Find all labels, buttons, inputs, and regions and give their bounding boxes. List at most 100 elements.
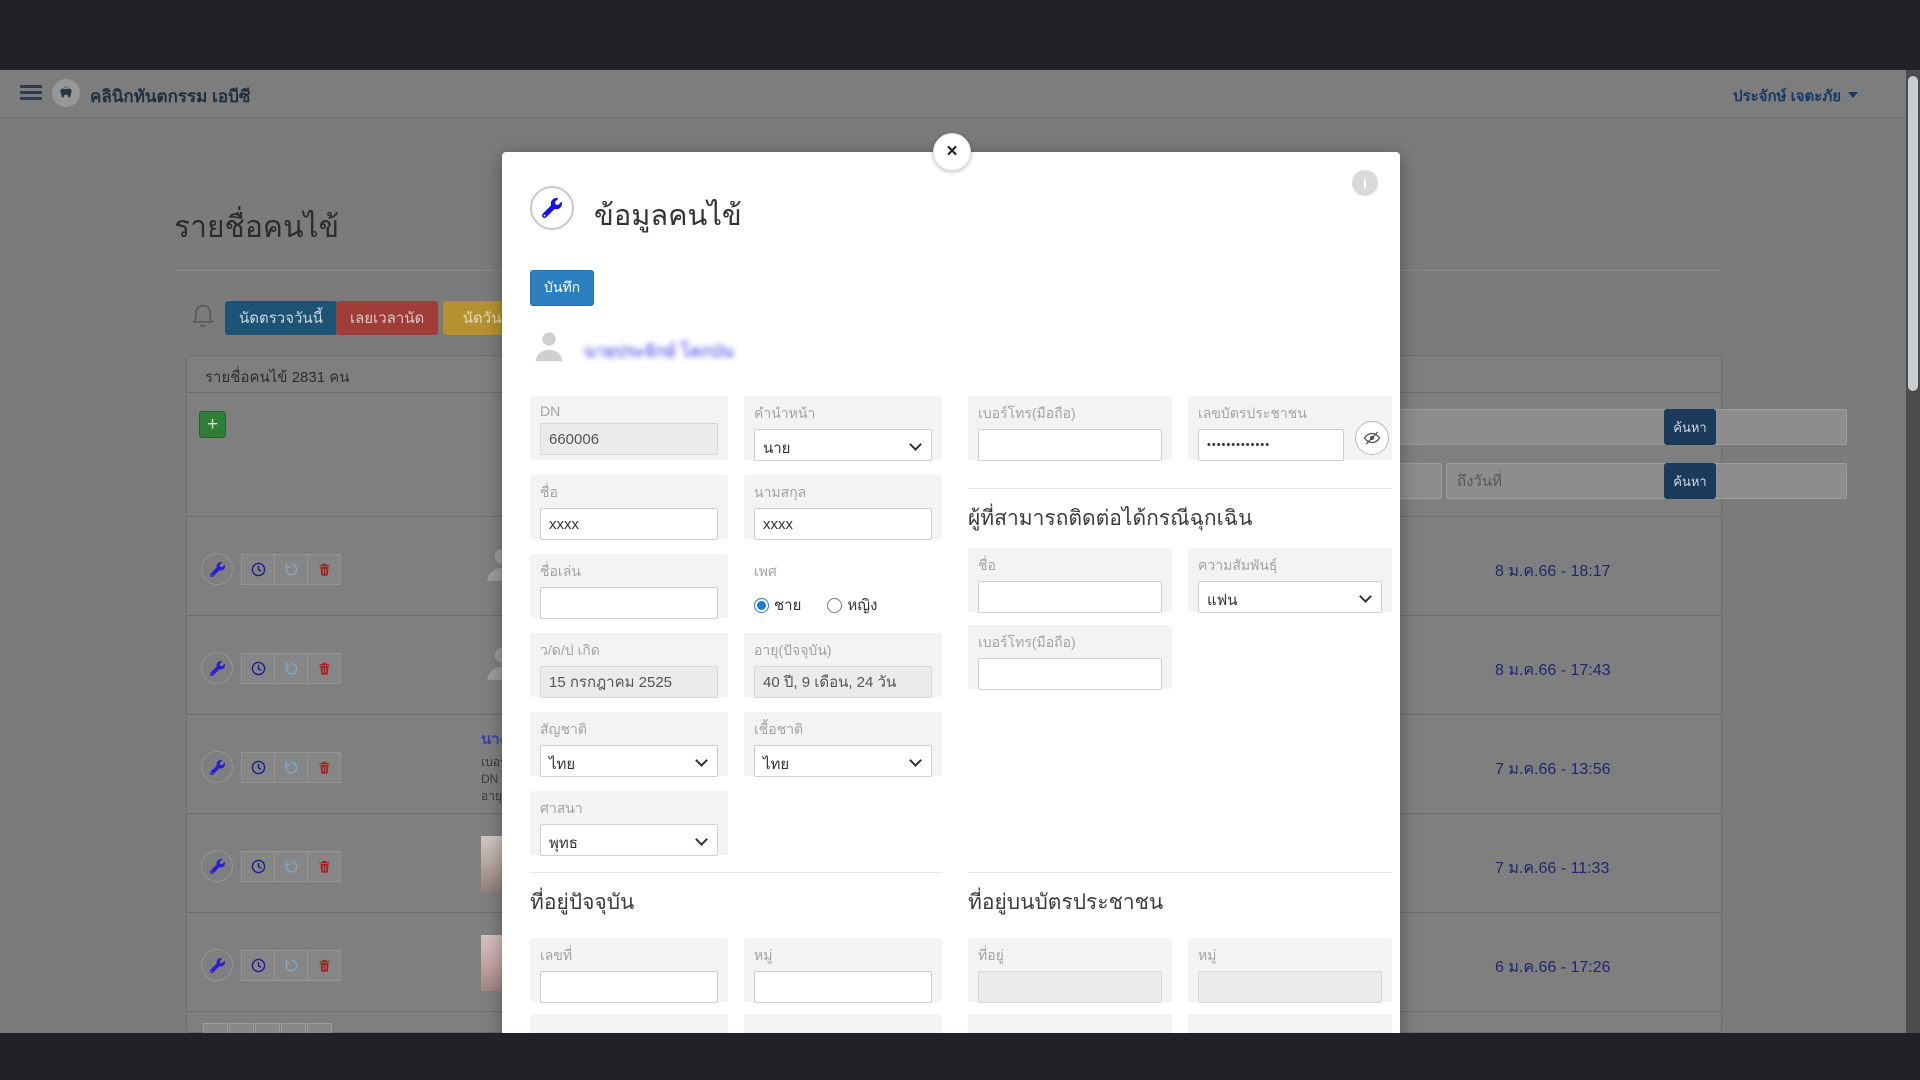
- gender-label: เพศ: [754, 561, 932, 583]
- to-date-input[interactable]: [1446, 463, 1847, 499]
- delete-button[interactable]: [307, 950, 341, 981]
- ethnicity-select[interactable]: ไทย: [754, 745, 932, 777]
- relationship-select[interactable]: แฟน: [1198, 581, 1382, 613]
- patient-info-modal: × i ข้อมูลคนไข้ บันทึก นายประจักษ์ โคกป่…: [502, 152, 1400, 1080]
- field-mobile: เบอร์โทร(มือถือ): [968, 396, 1172, 460]
- trash-icon: [317, 562, 332, 577]
- field-first-name: ชื่อ: [530, 475, 728, 539]
- emergency-name-input[interactable]: [978, 581, 1162, 613]
- delete-button[interactable]: [307, 653, 341, 684]
- emergency-mobile-input[interactable]: [978, 658, 1162, 690]
- trash-icon: [317, 760, 332, 775]
- today-appointments-button[interactable]: นัดตรวจวันนี้: [225, 301, 337, 335]
- religion-select[interactable]: พุทธ: [540, 824, 718, 856]
- hamburger-menu-icon[interactable]: [20, 85, 42, 101]
- id-address-label: ที่อยู่: [978, 945, 1162, 967]
- delete-button[interactable]: [307, 752, 341, 783]
- page-title: รายชื่อคนไข้: [174, 204, 339, 251]
- clinic-logo[interactable]: [52, 79, 80, 107]
- letterbox-top: [0, 0, 1920, 70]
- appointment-button[interactable]: [241, 851, 275, 882]
- date-search-button[interactable]: ค้นหา: [1664, 463, 1716, 499]
- address-moo-label: หมู่: [754, 945, 932, 967]
- visit-date: 8 ม.ค.66 - 18:17: [1495, 559, 1611, 584]
- field-dn: DN: [530, 396, 728, 460]
- first-name-input[interactable]: [540, 508, 718, 540]
- edit-patient-button[interactable]: [201, 949, 233, 981]
- history-button[interactable]: [274, 752, 308, 783]
- id-moo-label: หมู่: [1198, 945, 1382, 967]
- field-id-moo: หมู่: [1188, 938, 1392, 1002]
- appointment-button[interactable]: [241, 950, 275, 981]
- user-menu[interactable]: ประจักษ์ เจตะภัย: [1733, 84, 1858, 108]
- address-moo-input[interactable]: [754, 971, 932, 1003]
- nickname-input[interactable]: [540, 587, 718, 619]
- emergency-contact-header: ผู้ที่สามารถติดต่อได้กรณีฉุกเฉิน: [968, 502, 1252, 535]
- appointment-button[interactable]: [241, 752, 275, 783]
- trash-icon: [317, 661, 332, 676]
- nationality-select[interactable]: ไทย: [540, 745, 718, 777]
- visit-date: 8 ม.ค.66 - 17:43: [1495, 658, 1611, 683]
- emergency-name-label: ชื่อ: [978, 555, 1162, 577]
- clock-icon: [250, 957, 267, 974]
- emergency-mobile-label: เบอร์โทร(มือถือ): [978, 632, 1162, 654]
- bell-icon[interactable]: [190, 302, 216, 332]
- history-button[interactable]: [274, 851, 308, 882]
- edit-patient-button[interactable]: [201, 652, 233, 684]
- toggle-id-visibility-button[interactable]: [1355, 421, 1389, 455]
- address-no-input[interactable]: [540, 971, 718, 1003]
- delete-button[interactable]: [307, 851, 341, 882]
- field-id-address: ที่อยู่: [968, 938, 1172, 1002]
- history-button[interactable]: [274, 554, 308, 585]
- visit-date: 7 ม.ค.66 - 13:56: [1495, 757, 1611, 782]
- edit-patient-button[interactable]: [201, 553, 233, 585]
- history-icon: [283, 858, 300, 875]
- add-patient-button[interactable]: +: [199, 411, 226, 438]
- religion-label: ศาสนา: [540, 798, 718, 820]
- last-name-input[interactable]: [754, 508, 932, 540]
- edit-patient-button[interactable]: [201, 850, 233, 882]
- mobile-label: เบอร์โทร(มือถือ): [978, 403, 1162, 425]
- clock-icon: [250, 561, 267, 578]
- id-moo-input: [1198, 971, 1382, 1003]
- form-left-column: DN คำนำหน้า นาย ชื่อ นามสกุล ชื่อเล่น เพ…: [530, 152, 942, 1080]
- wrench-icon: [210, 958, 225, 973]
- search-button[interactable]: ค้นหา: [1664, 409, 1716, 445]
- page-scrollbar[interactable]: [1906, 70, 1920, 1033]
- field-age: อายุ(ปัจจุบัน): [744, 633, 942, 697]
- history-icon: [283, 561, 300, 578]
- mobile-input[interactable]: [978, 429, 1162, 461]
- field-ethnicity: เชื้อชาติ ไทย: [744, 712, 942, 776]
- letterbox-bottom: [0, 1033, 1920, 1080]
- clock-icon: [250, 759, 267, 776]
- field-prefix: คำนำหน้า นาย: [744, 396, 942, 460]
- birthdate-input: [540, 666, 718, 698]
- visit-date: 6 ม.ค.66 - 17:26: [1495, 955, 1611, 980]
- gender-male-radio[interactable]: ชาย: [754, 593, 801, 617]
- tooth-icon: [57, 84, 75, 102]
- chevron-down-icon: [1848, 92, 1858, 98]
- form-right-column: เบอร์โทร(มือถือ) เลขบัตรประชาชน ผู้ที่สา…: [968, 152, 1392, 1080]
- history-button[interactable]: [274, 653, 308, 684]
- prefix-select[interactable]: นาย: [754, 429, 932, 461]
- appointment-button[interactable]: [241, 653, 275, 684]
- wrench-icon: [210, 661, 225, 676]
- appointment-button[interactable]: [241, 554, 275, 585]
- gender-female-radio[interactable]: หญิง: [827, 593, 877, 617]
- overdue-appointments-button[interactable]: เลยเวลานัด: [336, 301, 438, 335]
- user-name: ประจักษ์ เจตะภัย: [1733, 88, 1841, 105]
- citizen-id-input[interactable]: [1198, 429, 1344, 461]
- last-name-label: นามสกุล: [754, 482, 932, 504]
- scrollbar-thumb[interactable]: [1908, 76, 1918, 391]
- history-button[interactable]: [274, 950, 308, 981]
- field-address-no: เลขที่: [530, 938, 728, 1002]
- screen: คลินิกทันตกรรม เอบีซี ประจักษ์ เจตะภัย ร…: [0, 0, 1920, 1080]
- nickname-label: ชื่อเล่น: [540, 561, 718, 583]
- field-gender: เพศ ชาย หญิง: [744, 554, 942, 618]
- edit-patient-button[interactable]: [201, 751, 233, 783]
- divider: [968, 872, 1392, 873]
- id-address-header: ที่อยู่บนบัตรประชาชน: [968, 886, 1163, 919]
- close-icon[interactable]: ×: [933, 133, 971, 171]
- delete-button[interactable]: [307, 554, 341, 585]
- wrench-icon: [210, 760, 225, 775]
